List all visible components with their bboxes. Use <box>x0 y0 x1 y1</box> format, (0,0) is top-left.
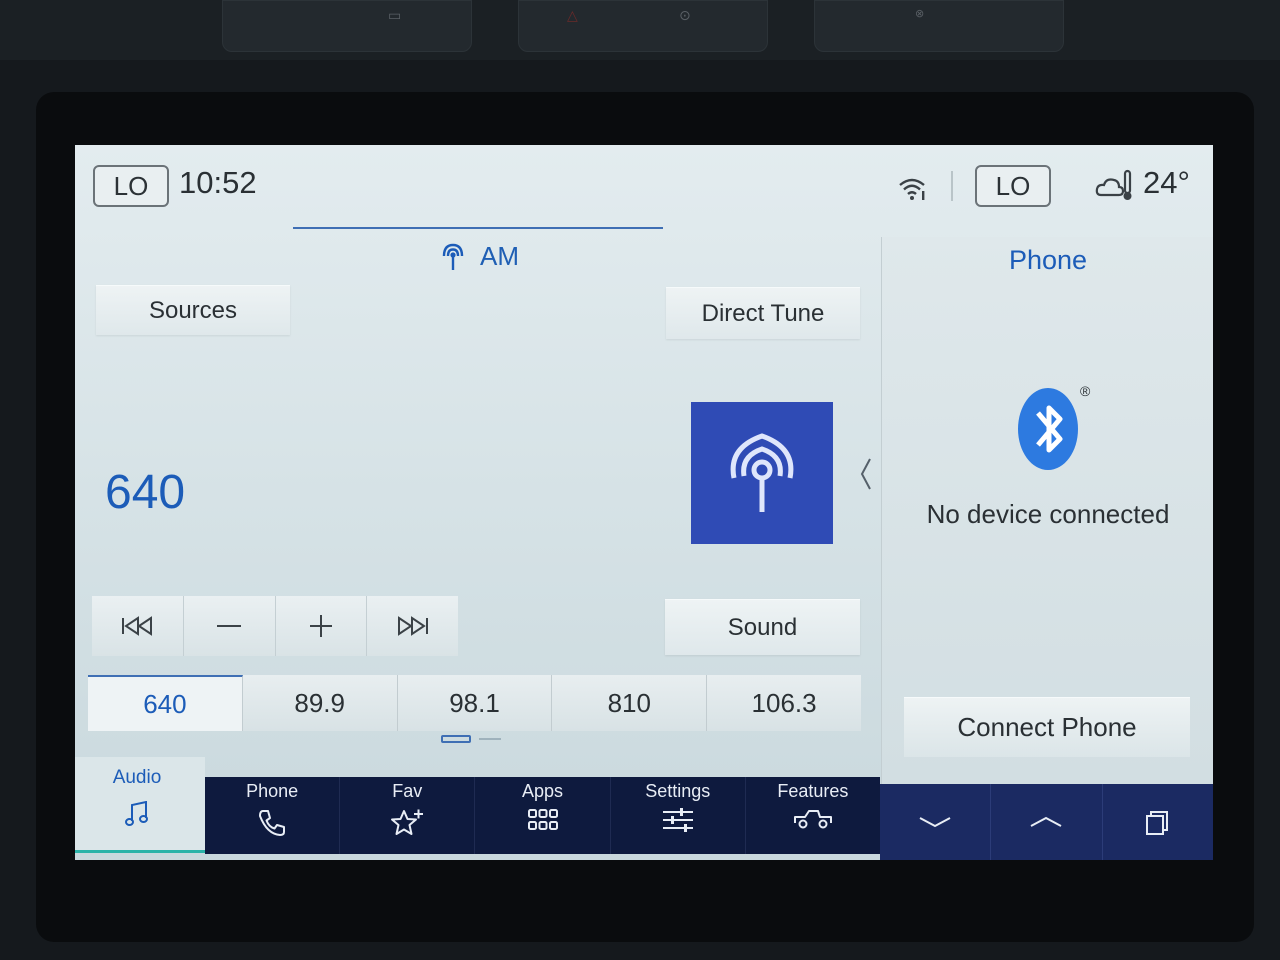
nav-fav[interactable]: Fav <box>340 777 476 854</box>
seek-forward-icon <box>396 616 430 636</box>
nav-audio-label: Audio <box>112 767 162 788</box>
seek-back-icon <box>120 616 154 636</box>
phone-icon <box>257 808 287 838</box>
hw-steering-icon: ⊙ <box>679 7 691 23</box>
phone-status: No device connected <box>926 499 1170 529</box>
wifi-icon <box>897 175 927 201</box>
seek-back-button[interactable] <box>92 596 184 656</box>
panel-down-button[interactable] <box>880 784 992 860</box>
status-bar: LO 10:52 LO 24° <box>75 145 1213 227</box>
antenna-icon <box>440 242 466 272</box>
windows-button[interactable] <box>1103 784 1213 860</box>
sliders-icon <box>662 808 694 832</box>
chevron-up-icon <box>1029 815 1063 829</box>
nav-features-label: Features <box>777 781 849 801</box>
phone-panel-title: Phone <box>1008 245 1088 275</box>
status-separator <box>951 171 953 201</box>
preset-2[interactable]: 89.9 <box>242 675 398 731</box>
seek-forward-button[interactable] <box>367 596 458 656</box>
sound-button[interactable]: Sound <box>665 599 860 655</box>
nav-main: Phone Fav Apps Settings Features <box>205 777 880 854</box>
windows-icon <box>1145 808 1171 836</box>
hazard-icon: △ <box>567 7 578 23</box>
bluetooth-icon <box>1014 387 1086 473</box>
nav-phone[interactable]: Phone <box>205 777 341 854</box>
nav-apps-label: Apps <box>521 781 564 801</box>
collapse-panel-icon[interactable] <box>859 457 873 491</box>
hw-button-left: ▭ <box>222 0 472 52</box>
page-dot <box>479 738 501 740</box>
music-note-icon <box>125 801 149 827</box>
connect-phone-button[interactable]: Connect Phone <box>904 697 1190 757</box>
nav-features[interactable]: Features <box>746 777 880 854</box>
hw-rectangle-icon: ▭ <box>388 7 402 23</box>
phone-panel: Phone ® No device connected Connect Phon… <box>881 237 1213 785</box>
preset-3[interactable]: 98.1 <box>397 675 553 731</box>
chevron-down-icon <box>918 815 952 829</box>
truck-icon <box>793 808 833 830</box>
tune-down-button[interactable] <box>183 596 276 656</box>
cloud-thermometer-icon <box>1095 167 1135 203</box>
preset-page-indicator <box>441 735 501 743</box>
source-indicator: AM <box>440 241 519 272</box>
registered-mark: ® <box>1080 383 1091 399</box>
nav-audio[interactable]: Audio <box>75 757 205 853</box>
page-dot-active <box>441 735 471 743</box>
preset-4[interactable]: 810 <box>552 675 708 731</box>
hw-button-hazard: △ ⊙ <box>518 0 768 52</box>
bottom-nav: Audio Phone Fav Apps Settings Features <box>75 757 1213 860</box>
star-plus-icon <box>390 808 424 838</box>
nav-utility <box>880 784 1213 860</box>
plus-icon <box>309 615 332 637</box>
left-climate-button[interactable]: LO <box>93 165 169 207</box>
right-climate-button[interactable]: LO <box>975 165 1051 207</box>
minus-icon <box>217 624 242 628</box>
preset-bar: 640 89.9 98.1 810 106.3 <box>88 675 861 731</box>
preset-1[interactable]: 640 <box>88 675 243 731</box>
broadcast-icon <box>724 428 800 518</box>
nav-apps[interactable]: Apps <box>475 777 611 854</box>
sources-button[interactable]: Sources <box>96 285 290 335</box>
source-label: AM <box>480 241 519 271</box>
tune-up-button[interactable] <box>275 596 368 656</box>
dashboard-top-panel: ▭ △ ⊙ ⊗ <box>0 0 1280 60</box>
panel-up-button[interactable] <box>991 784 1103 860</box>
station-art <box>691 402 833 544</box>
nav-settings[interactable]: Settings <box>611 777 746 854</box>
infotainment-screen: LO 10:52 LO 24° AM Sources Direct Tune 6… <box>75 145 1213 860</box>
current-frequency: 640 <box>105 466 186 519</box>
nav-fav-label: Fav <box>392 781 423 801</box>
direct-tune-button[interactable]: Direct Tune <box>666 287 860 339</box>
nav-settings-label: Settings <box>645 781 711 801</box>
active-tab-indicator <box>293 227 663 229</box>
transport-controls <box>92 596 458 656</box>
traction-off-icon: ⊗ <box>915 8 925 20</box>
outside-temperature: 24° <box>1143 165 1190 200</box>
apps-grid-icon <box>527 808 558 832</box>
hw-button-right: ⊗ <box>814 0 1064 52</box>
preset-5[interactable]: 106.3 <box>707 675 861 731</box>
clock: 10:52 <box>179 165 257 200</box>
nav-phone-label: Phone <box>246 781 299 801</box>
